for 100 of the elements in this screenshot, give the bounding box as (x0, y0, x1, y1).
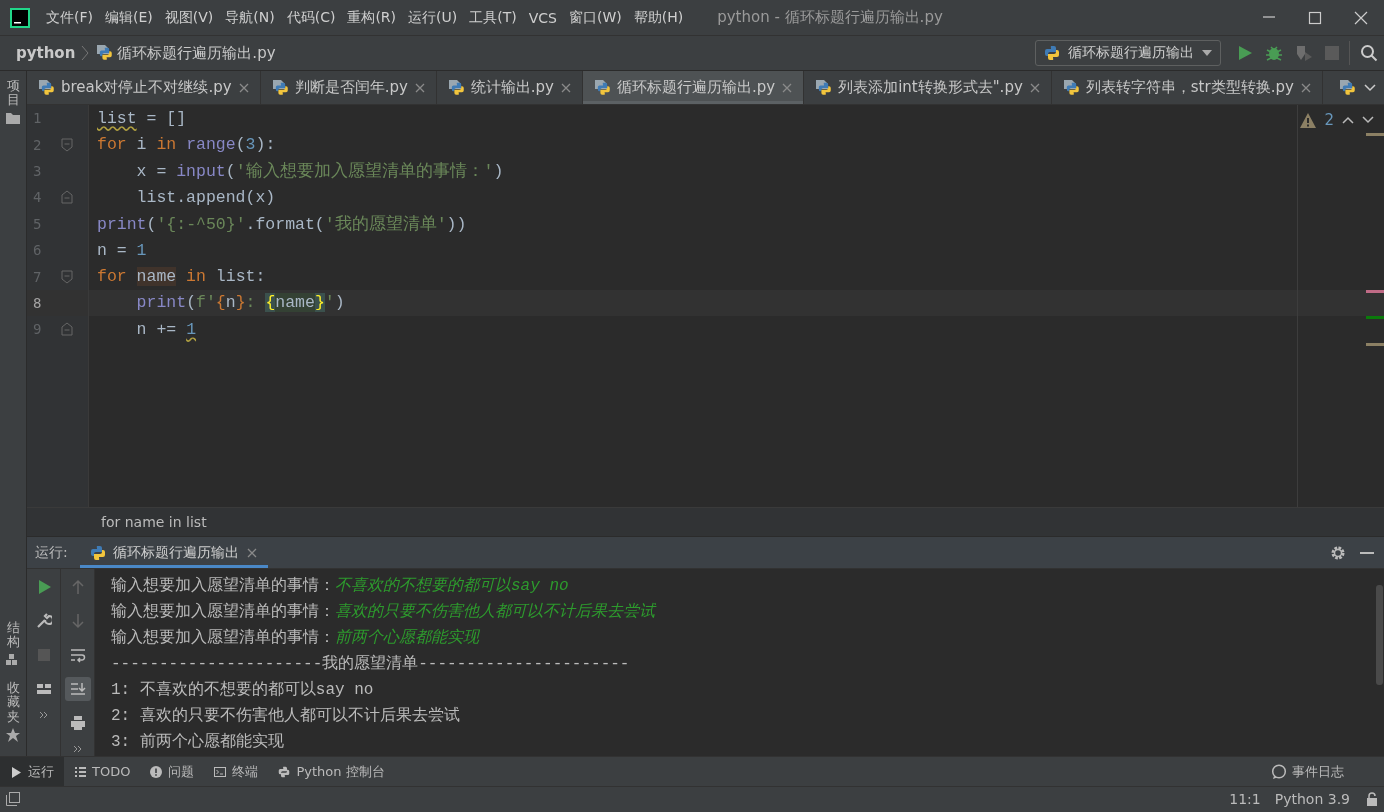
warning-count: 2 (1324, 111, 1334, 129)
menu-item[interactable]: 视图(V) (158, 8, 220, 27)
code-line: n += 1 (135, 319, 197, 339)
line-number: 8 (32, 294, 43, 311)
console-prompt: 输入想要加入愿望清单的事情： (111, 577, 335, 595)
menu-item[interactable]: 编辑(E) (99, 8, 159, 27)
more-icon[interactable] (38, 711, 49, 719)
project-tool-tab[interactable]: 项目 (6, 79, 20, 108)
code-line: n = 1 (96, 240, 147, 260)
python-file-icon (814, 78, 833, 97)
cursor-position[interactable]: 11:1 (1229, 791, 1261, 807)
python-icon (1044, 45, 1060, 61)
scrollbar-thumb[interactable] (1375, 585, 1383, 685)
menu-item[interactable]: 重构(R) (341, 8, 403, 27)
fold-icon[interactable] (61, 322, 73, 337)
chevron-down-icon[interactable] (1362, 116, 1374, 124)
speech-bubble-icon (1271, 763, 1287, 780)
scroll-to-end-icon[interactable] (69, 681, 86, 697)
code-line: for name in list: (96, 267, 266, 287)
code-line: print(f'{n}: {name}') (135, 293, 345, 313)
chevron-up-icon[interactable] (1342, 116, 1354, 124)
editor-tab[interactable]: 统计输出.py (436, 71, 583, 104)
console-line: 1: 不喜欢的不想要的都可以say no (111, 679, 375, 701)
more-icon[interactable] (72, 745, 83, 753)
console-line: ----------------------我的愿望清单---------------------- (111, 653, 631, 675)
side-tool-tab[interactable]: 结构 (6, 620, 20, 650)
console-entry-text: 不喜欢的不想要的都可以say no (335, 577, 569, 595)
fold-icon[interactable] (61, 190, 73, 205)
bug-icon[interactable] (1265, 44, 1283, 62)
run-panel-label: 运行: (35, 543, 68, 562)
soft-wrap-icon[interactable] (69, 647, 86, 663)
menu-item[interactable]: 导航(N) (219, 8, 281, 27)
menu-item[interactable]: VCS (522, 9, 563, 26)
close-icon[interactable] (1028, 81, 1041, 94)
printer-icon[interactable] (69, 715, 86, 731)
tool-window-tab[interactable]: TODO (64, 757, 141, 786)
editor-tab[interactable]: 列表添加int转换形式去".py (804, 71, 1052, 104)
close-icon[interactable] (1299, 81, 1312, 94)
close-icon[interactable] (237, 81, 250, 94)
code-line: list = [] (96, 108, 187, 128)
close-icon[interactable] (245, 546, 258, 559)
editor-tab[interactable]: break对停止不对继续.py (27, 71, 261, 104)
menu-item[interactable]: 代码(C) (280, 8, 342, 27)
menu-item[interactable]: 工具(T) (463, 8, 523, 27)
scope-breadcrumb[interactable]: for name in list (101, 514, 207, 530)
wrench-icon[interactable] (35, 613, 52, 629)
chevron-icon (81, 45, 90, 61)
console-line: 3: 前两个心愿都能实现 (111, 731, 285, 753)
code-line: for i in range(3): (96, 135, 276, 155)
folder-icon (6, 111, 20, 124)
alert-icon (150, 765, 163, 778)
console-entry-text: 喜欢的只要不伤害他人都可以不计后果去尝试 (335, 603, 655, 621)
code-line: print('{:-^50}'.format('我的愿望清单')) (96, 213, 467, 235)
python-file-icon (1061, 78, 1080, 97)
side-tool-tab[interactable]: 收藏夹 (6, 681, 20, 724)
play-icon (10, 765, 22, 778)
structure-icon (6, 653, 20, 668)
python-file-icon (1338, 78, 1356, 97)
event-log-button[interactable]: 事件日志 (1271, 762, 1384, 781)
tool-window-tab[interactable]: 问题 (140, 757, 205, 786)
caret-icon (1202, 50, 1212, 56)
breadcrumb-project[interactable]: python (16, 44, 76, 62)
menu-item[interactable]: 文件(F) (40, 8, 99, 27)
fold-icon[interactable] (61, 137, 73, 152)
close-icon[interactable] (413, 81, 426, 94)
tool-window-tab[interactable]: Python 控制台 (268, 757, 395, 786)
settings-icon[interactable] (1330, 544, 1346, 561)
list-icon (74, 765, 86, 778)
run-tab[interactable]: 循环标题行遍历输出 (79, 537, 268, 568)
python-file-icon (593, 78, 611, 97)
fold-icon[interactable] (61, 269, 73, 284)
layout-icon[interactable] (35, 681, 52, 697)
editor-tab[interactable]: 列表转字符串，str类型转换.py (1051, 71, 1323, 104)
python-file-icon (95, 44, 114, 62)
console-prompt: 输入想要加入愿望清单的事情： (111, 603, 335, 621)
menu-item[interactable]: 窗口(W) (562, 8, 628, 27)
breadcrumb-file[interactable]: 循环标题行遍历输出.py (117, 43, 276, 63)
search-icon[interactable] (1360, 44, 1378, 62)
editor-tab[interactable]: 判断是否闰年.py (260, 71, 437, 104)
arrow-down-icon[interactable] (69, 613, 86, 629)
menu-item[interactable]: 帮助(H) (627, 8, 690, 27)
chevron-down-icon[interactable] (1364, 83, 1376, 92)
run-config-dropdown[interactable]: 循环标题行遍历输出 (1035, 40, 1221, 66)
panel-toggle-icon[interactable] (6, 792, 20, 806)
close-icon[interactable] (560, 81, 572, 94)
python-file-icon (446, 78, 465, 97)
interpreter-selector[interactable]: Python 3.9 (1274, 791, 1350, 807)
lock-icon[interactable] (1366, 792, 1378, 806)
terminal-icon (214, 765, 227, 778)
shield-icon[interactable] (1295, 44, 1313, 62)
tool-window-tab[interactable]: 运行 (0, 757, 64, 786)
editor-tab[interactable]: 循环标题行遍历输出.py (583, 71, 805, 104)
warning-icon (1300, 112, 1317, 128)
python-file-icon (270, 78, 289, 97)
console-prompt: 输入想要加入愿望清单的事情： (111, 629, 335, 647)
run-icon[interactable] (1237, 45, 1253, 61)
menu-item[interactable]: 运行(U) (402, 8, 464, 27)
console-entry-text: 前两个心愿都能实现 (335, 629, 479, 647)
code-line: list.append(x) (135, 187, 276, 207)
tool-window-tab[interactable]: 终端 (204, 757, 269, 786)
